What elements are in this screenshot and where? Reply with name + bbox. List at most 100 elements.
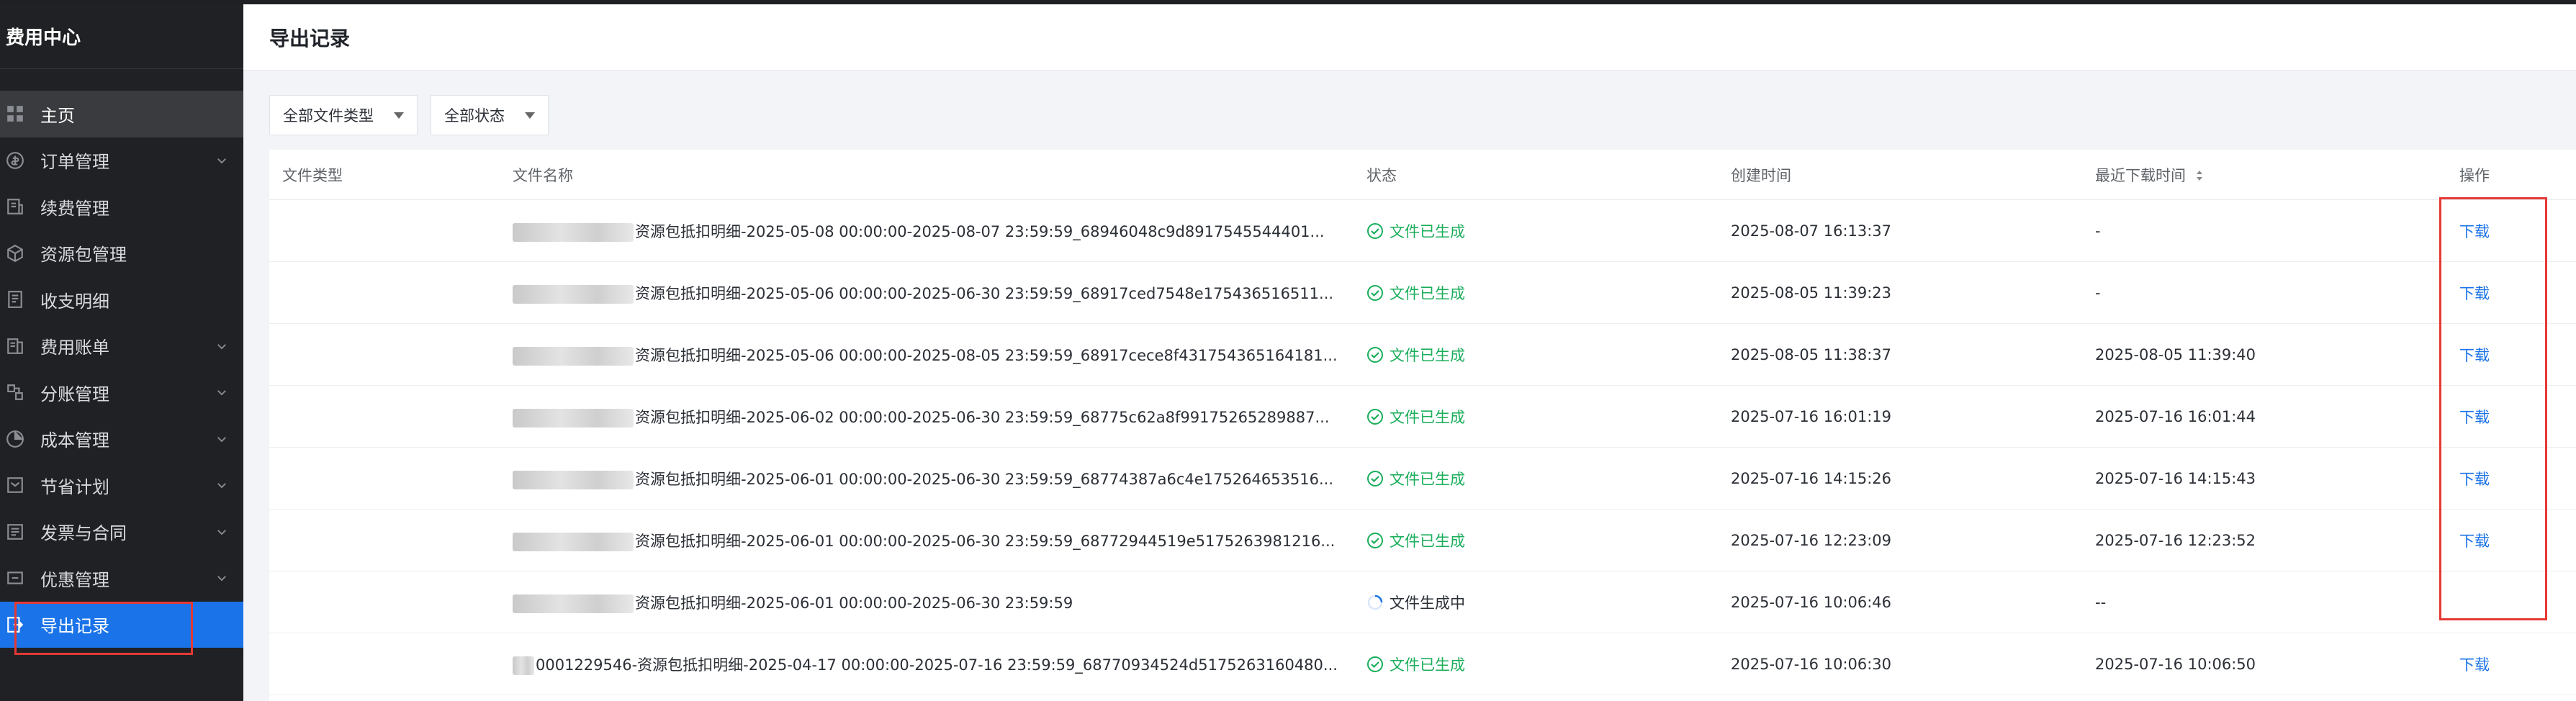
redacted-prefix xyxy=(513,408,634,428)
sidebar-item-savings-plan[interactable]: 节省计划 xyxy=(0,462,243,509)
sidebar: 费用中心 主页 订单管理 续费管理 资源包管理 收支明细 费用账单 分账管理 成… xyxy=(0,4,243,701)
sidebar-item-home[interactable]: 主页 xyxy=(0,91,243,137)
cell-file-name: 资源包抵扣明细-2025-06-02 00:00:00-2025-06-30 2… xyxy=(513,406,1366,428)
cell-created: 2025-07-16 14:15:26 xyxy=(1731,469,1892,487)
table-row: 资源包抵扣明细-2025-06-01 00:00:00-2025-06-30 2… xyxy=(269,571,2576,633)
status-badge: 文件已生成 xyxy=(1366,653,1731,675)
sidebar-item-label: 分账管理 xyxy=(40,384,109,404)
status-badge: 文件已生成 xyxy=(1366,468,1731,489)
page-header: 导出记录 xyxy=(243,4,2576,71)
cell-actions: 下载 xyxy=(2459,220,2576,242)
loading-spinner-icon xyxy=(1367,594,1383,610)
sidebar-item-label: 续费管理 xyxy=(40,198,109,219)
cell-file-name: 资源包抵扣明细-2025-06-01 00:00:00-2025-06-30 2… xyxy=(513,468,1366,489)
chevron-down-icon xyxy=(200,525,243,538)
cell-created: 2025-07-16 12:23:09 xyxy=(1731,531,1892,549)
column-header-file-type: 文件类型 xyxy=(282,166,343,184)
status-select[interactable]: 全部状态 xyxy=(431,95,549,135)
sidebar-item-label: 成本管理 xyxy=(40,430,109,451)
sidebar-item-export-records[interactable]: 导出记录 xyxy=(0,601,243,648)
download-link[interactable]: 下载 xyxy=(2459,347,2490,364)
cell-actions: 下载 xyxy=(2459,406,2576,428)
redacted-prefix xyxy=(513,656,534,675)
status-badge: 文件已生成 xyxy=(1366,406,1731,428)
download-link[interactable]: 下载 xyxy=(2459,471,2490,488)
sidebar-title: 费用中心 xyxy=(0,4,243,69)
coupon-icon xyxy=(0,555,40,602)
cell-actions: 下载 xyxy=(2459,530,2576,551)
column-header-last-download-label: 最近下载时间 xyxy=(2095,166,2186,184)
column-header-file-name: 文件名称 xyxy=(513,166,573,184)
cell-status: 文件已生成 xyxy=(1366,220,1731,242)
cell-last-download: 2025-07-16 12:23:52 xyxy=(2095,531,2256,549)
download-link[interactable]: 下载 xyxy=(2459,409,2490,426)
table-row: 资源包抵扣明细-2025-06-02 00:00:00-2025-06-30 2… xyxy=(269,386,2576,448)
column-header-status: 状态 xyxy=(1366,166,1397,184)
column-header-last-download[interactable]: 最近下载时间 xyxy=(2095,164,2459,186)
redacted-prefix xyxy=(513,284,634,304)
cell-actions: 下载 xyxy=(2459,468,2576,489)
download-link[interactable]: 下载 xyxy=(2459,656,2490,674)
sidebar-item-discounts[interactable]: 优惠管理 xyxy=(0,555,243,602)
chevron-down-icon xyxy=(200,154,243,167)
doc-icon xyxy=(0,276,40,323)
sidebar-item-transactions[interactable]: 收支明细 xyxy=(0,276,243,323)
sidebar-item-label: 主页 xyxy=(40,105,75,126)
cell-file-name: 资源包抵扣明细-2025-06-01 00:00:00-2025-06-30 2… xyxy=(513,530,1366,551)
cell-last-download: 2025-07-16 14:15:43 xyxy=(2095,469,2256,487)
status-badge: 文件已生成 xyxy=(1366,530,1731,551)
file-type-select-value: 全部文件类型 xyxy=(283,107,374,125)
cell-last-download: -- xyxy=(2095,593,2107,611)
check-circle-icon xyxy=(1367,222,1383,239)
cell-created: 2025-07-16 10:06:46 xyxy=(1731,593,1892,611)
sidebar-nav: 主页 订单管理 续费管理 资源包管理 收支明细 费用账单 分账管理 成本管理 节… xyxy=(0,91,243,648)
sidebar-item-invoices[interactable]: 发票与合同 xyxy=(0,509,243,556)
check-circle-icon xyxy=(1367,408,1383,425)
cell-last-download: - xyxy=(2095,284,2101,302)
cell-last-download: 2025-08-05 11:39:40 xyxy=(2095,345,2256,363)
chevron-down-icon xyxy=(200,340,243,353)
check-circle-icon xyxy=(1367,656,1383,672)
dollar-circle-icon xyxy=(0,137,40,184)
check-circle-icon xyxy=(1367,532,1383,548)
sort-icon[interactable] xyxy=(2195,168,2204,185)
sidebar-item-split-accounts[interactable]: 分账管理 xyxy=(0,369,243,416)
pie-icon xyxy=(0,416,40,463)
cell-created: 2025-08-05 11:39:23 xyxy=(1731,284,1892,302)
sidebar-item-label: 导出记录 xyxy=(40,616,109,637)
cell-actions: 下载 xyxy=(2459,282,2576,304)
sidebar-item-bills[interactable]: 费用账单 xyxy=(0,323,243,370)
status-badge: 文件生成中 xyxy=(1366,592,1731,613)
sidebar-item-label: 订单管理 xyxy=(40,152,109,173)
table-row: 资源包抵扣明细-2025-05-06 00:00:00-2025-06-30 2… xyxy=(269,262,2576,324)
chevron-down-icon xyxy=(200,571,243,584)
export-records-table: 文件类型 文件名称 状态 创建时间 最近下载时间 操作 资源包抵扣明细-2025… xyxy=(269,150,2576,701)
chevron-down-icon xyxy=(200,479,243,492)
page-title: 导出记录 xyxy=(269,26,351,50)
cell-file-name: 0001229546-资源包抵扣明细-2025-04-17 00:00:00-2… xyxy=(513,653,1366,675)
cell-status: 文件已生成 xyxy=(1366,282,1731,304)
download-link[interactable]: 下载 xyxy=(2459,285,2490,302)
cell-file-name: 资源包抵扣明细-2025-06-01 00:00:00-2025-06-30 2… xyxy=(513,592,1366,613)
sidebar-item-resource-packages[interactable]: 资源包管理 xyxy=(0,230,243,277)
redacted-prefix xyxy=(513,222,634,242)
check-circle-icon xyxy=(1367,470,1383,487)
table-row: 资源包抵扣明细-2025-05-08 00:00:00-2025-08-07 2… xyxy=(269,200,2576,262)
sidebar-item-cost[interactable]: 成本管理 xyxy=(0,416,243,463)
caret-down-icon xyxy=(394,112,404,119)
cell-file-name: 资源包抵扣明细-2025-05-06 00:00:00-2025-08-05 2… xyxy=(513,344,1366,366)
sidebar-item-renewal[interactable]: 续费管理 xyxy=(0,184,243,230)
cell-last-download: 2025-07-16 16:01:44 xyxy=(2095,407,2256,425)
cell-created: 2025-07-16 16:01:19 xyxy=(1731,407,1892,425)
sidebar-item-label: 费用账单 xyxy=(40,338,109,358)
sidebar-item-orders[interactable]: 订单管理 xyxy=(0,137,243,184)
download-link[interactable]: 下载 xyxy=(2459,533,2490,550)
cell-status: 文件已生成 xyxy=(1366,344,1731,366)
bill-icon xyxy=(0,323,40,370)
cell-created: 2025-07-16 10:06:30 xyxy=(1731,655,1892,673)
cell-status: 文件已生成 xyxy=(1366,406,1731,428)
download-link[interactable]: 下载 xyxy=(2459,223,2490,240)
file-type-select[interactable]: 全部文件类型 xyxy=(269,95,418,135)
sidebar-item-label: 发票与合同 xyxy=(40,523,127,544)
check-circle-icon xyxy=(1367,284,1383,301)
